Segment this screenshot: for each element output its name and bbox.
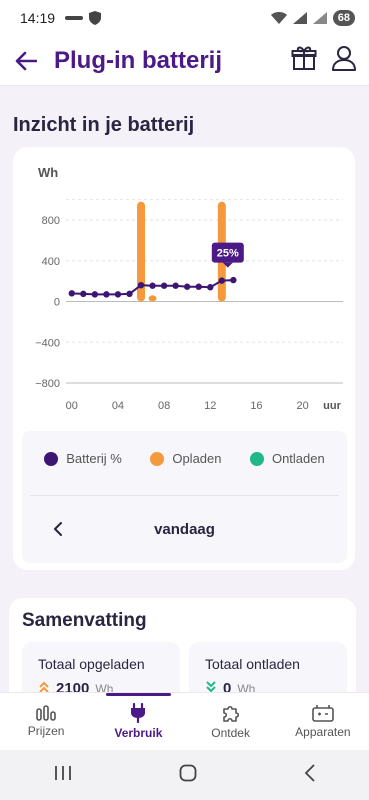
divider xyxy=(30,495,339,496)
legend-label-charge: Opladen xyxy=(172,451,222,466)
battery-point xyxy=(230,276,237,284)
battery-point xyxy=(103,291,110,298)
active-tab-indicator xyxy=(106,693,171,696)
page-title: Plug-in batterij xyxy=(54,46,222,74)
battery-point xyxy=(137,282,145,289)
shield-icon xyxy=(89,11,102,25)
wifi-icon xyxy=(270,12,287,24)
system-back-button[interactable] xyxy=(304,763,316,787)
battery-point xyxy=(91,291,99,298)
system-nav-bar xyxy=(0,750,369,800)
legend-dot-discharge xyxy=(249,451,264,466)
total-discharged-label: Totaal ontladen xyxy=(205,656,300,672)
back-button[interactable] xyxy=(12,47,40,75)
summary-card: Samenvatting Totaal opgeladen 2100 Wh To… xyxy=(9,598,356,692)
battery-point xyxy=(80,290,87,298)
status-time: 14:19 xyxy=(20,10,56,26)
chevron-left-icon xyxy=(54,522,62,536)
total-charged-unit: Wh xyxy=(95,682,114,692)
x-tick-label: 16 xyxy=(250,400,262,412)
recent-apps-icon xyxy=(54,765,71,780)
battery-device-icon xyxy=(312,705,334,722)
total-charged-tile: Totaal opgeladen 2100 Wh xyxy=(22,642,180,692)
gift-button[interactable] xyxy=(291,45,317,76)
legend-panel: Batterij % Opladen Ontladen vandaag xyxy=(22,431,347,563)
battery-point xyxy=(172,282,179,289)
day-navigator: vandaag xyxy=(22,507,347,551)
nav-ontdek[interactable]: Ontdek xyxy=(185,693,277,750)
legend: Batterij % Opladen Ontladen xyxy=(22,451,347,466)
nav-apparaten[interactable]: Apparaten xyxy=(277,693,369,750)
nav-prijzen[interactable]: Prijzen xyxy=(0,693,92,750)
bottom-nav: Prijzen Verbruik Ontdek Apparaten xyxy=(0,692,369,750)
legend-dot-charge xyxy=(150,451,165,466)
y-tick-label: 800 xyxy=(42,215,60,227)
main-content[interactable]: Inzicht in je batterij Wh 800 400 0 −400 −800… xyxy=(0,86,369,692)
signal-icon xyxy=(292,12,307,24)
y-tick-label: −400 xyxy=(35,337,60,349)
notification-icon xyxy=(65,16,84,20)
x-tick-label: 04 xyxy=(112,400,124,412)
nav-label-verbruik: Verbruik xyxy=(114,726,163,740)
total-charged-label: Totaal opgeladen xyxy=(38,656,145,672)
previous-day-button[interactable] xyxy=(38,509,78,549)
puzzle-icon xyxy=(222,705,239,722)
signal-icon-2 xyxy=(312,12,327,24)
gift-icon xyxy=(291,46,317,70)
battery-point xyxy=(126,290,133,298)
legend-dot-battery xyxy=(44,451,59,466)
total-charged-value: 2100 xyxy=(56,680,90,692)
arrow-left-icon xyxy=(15,51,37,70)
battery-chart-card: Wh 800 400 0 −400 −800 00 04 08 12 16 20 uur 25% Batt… xyxy=(13,147,355,570)
legend-label-discharge: Ontladen xyxy=(271,451,325,466)
legend-label-battery: Batterij % xyxy=(66,451,122,466)
total-discharged-tile: Totaal ontladen 0 Wh xyxy=(189,642,347,692)
legend-item-discharge[interactable]: Ontladen xyxy=(249,451,325,466)
x-axis-label: uur xyxy=(323,400,341,412)
status-bar: 14:19 68 xyxy=(0,0,369,36)
y-axis-label: Wh xyxy=(38,165,58,180)
app-bar: Plug-in batterij xyxy=(0,36,369,86)
x-tick-label: 20 xyxy=(296,400,308,412)
nav-verbruik[interactable]: Verbruik xyxy=(92,693,184,750)
battery-point xyxy=(195,283,202,290)
user-icon xyxy=(332,46,356,71)
battery-point xyxy=(149,282,156,289)
battery-point xyxy=(160,282,168,289)
x-tick-label: 12 xyxy=(204,400,216,412)
nav-label-ontdek: Ontdek xyxy=(211,726,250,740)
battery-point xyxy=(114,291,122,298)
back-triangle-icon xyxy=(304,763,315,782)
arrows-down-icon xyxy=(206,681,216,692)
summary-title: Samenvatting xyxy=(22,610,147,631)
legend-item-battery[interactable]: Batterij % xyxy=(44,451,122,466)
x-tick-label: 00 xyxy=(66,400,78,412)
charge-bar xyxy=(148,295,157,302)
nav-label-apparaten: Apparaten xyxy=(295,725,351,739)
y-tick-label: −800 xyxy=(35,378,60,390)
battery-chart[interactable]: Wh 800 400 0 −400 −800 00 04 08 12 16 20 uur 25% xyxy=(13,147,355,427)
tooltip-label: 25% xyxy=(217,248,239,260)
recent-apps-button[interactable] xyxy=(54,765,72,786)
total-discharged-value: 0 xyxy=(223,680,232,692)
battery-point xyxy=(68,290,75,297)
battery-point xyxy=(183,283,191,290)
nav-label-prijzen: Prijzen xyxy=(27,724,65,738)
legend-item-charge[interactable]: Opladen xyxy=(150,451,222,466)
battery-point xyxy=(218,277,226,284)
arrows-up-icon xyxy=(39,681,49,692)
y-tick-label: 400 xyxy=(42,256,60,268)
x-tick-label: 08 xyxy=(158,400,170,412)
y-tick-label: 0 xyxy=(54,297,60,309)
section-title: Inzicht in je batterij xyxy=(13,114,195,136)
home-icon xyxy=(179,764,196,781)
total-discharged-unit: Wh xyxy=(237,682,256,692)
profile-button[interactable] xyxy=(331,45,357,76)
home-button[interactable] xyxy=(179,764,197,787)
battery-point xyxy=(207,284,214,291)
chart-bars-icon xyxy=(36,705,56,721)
battery-indicator: 68 xyxy=(332,10,355,26)
plug-icon xyxy=(131,703,146,723)
